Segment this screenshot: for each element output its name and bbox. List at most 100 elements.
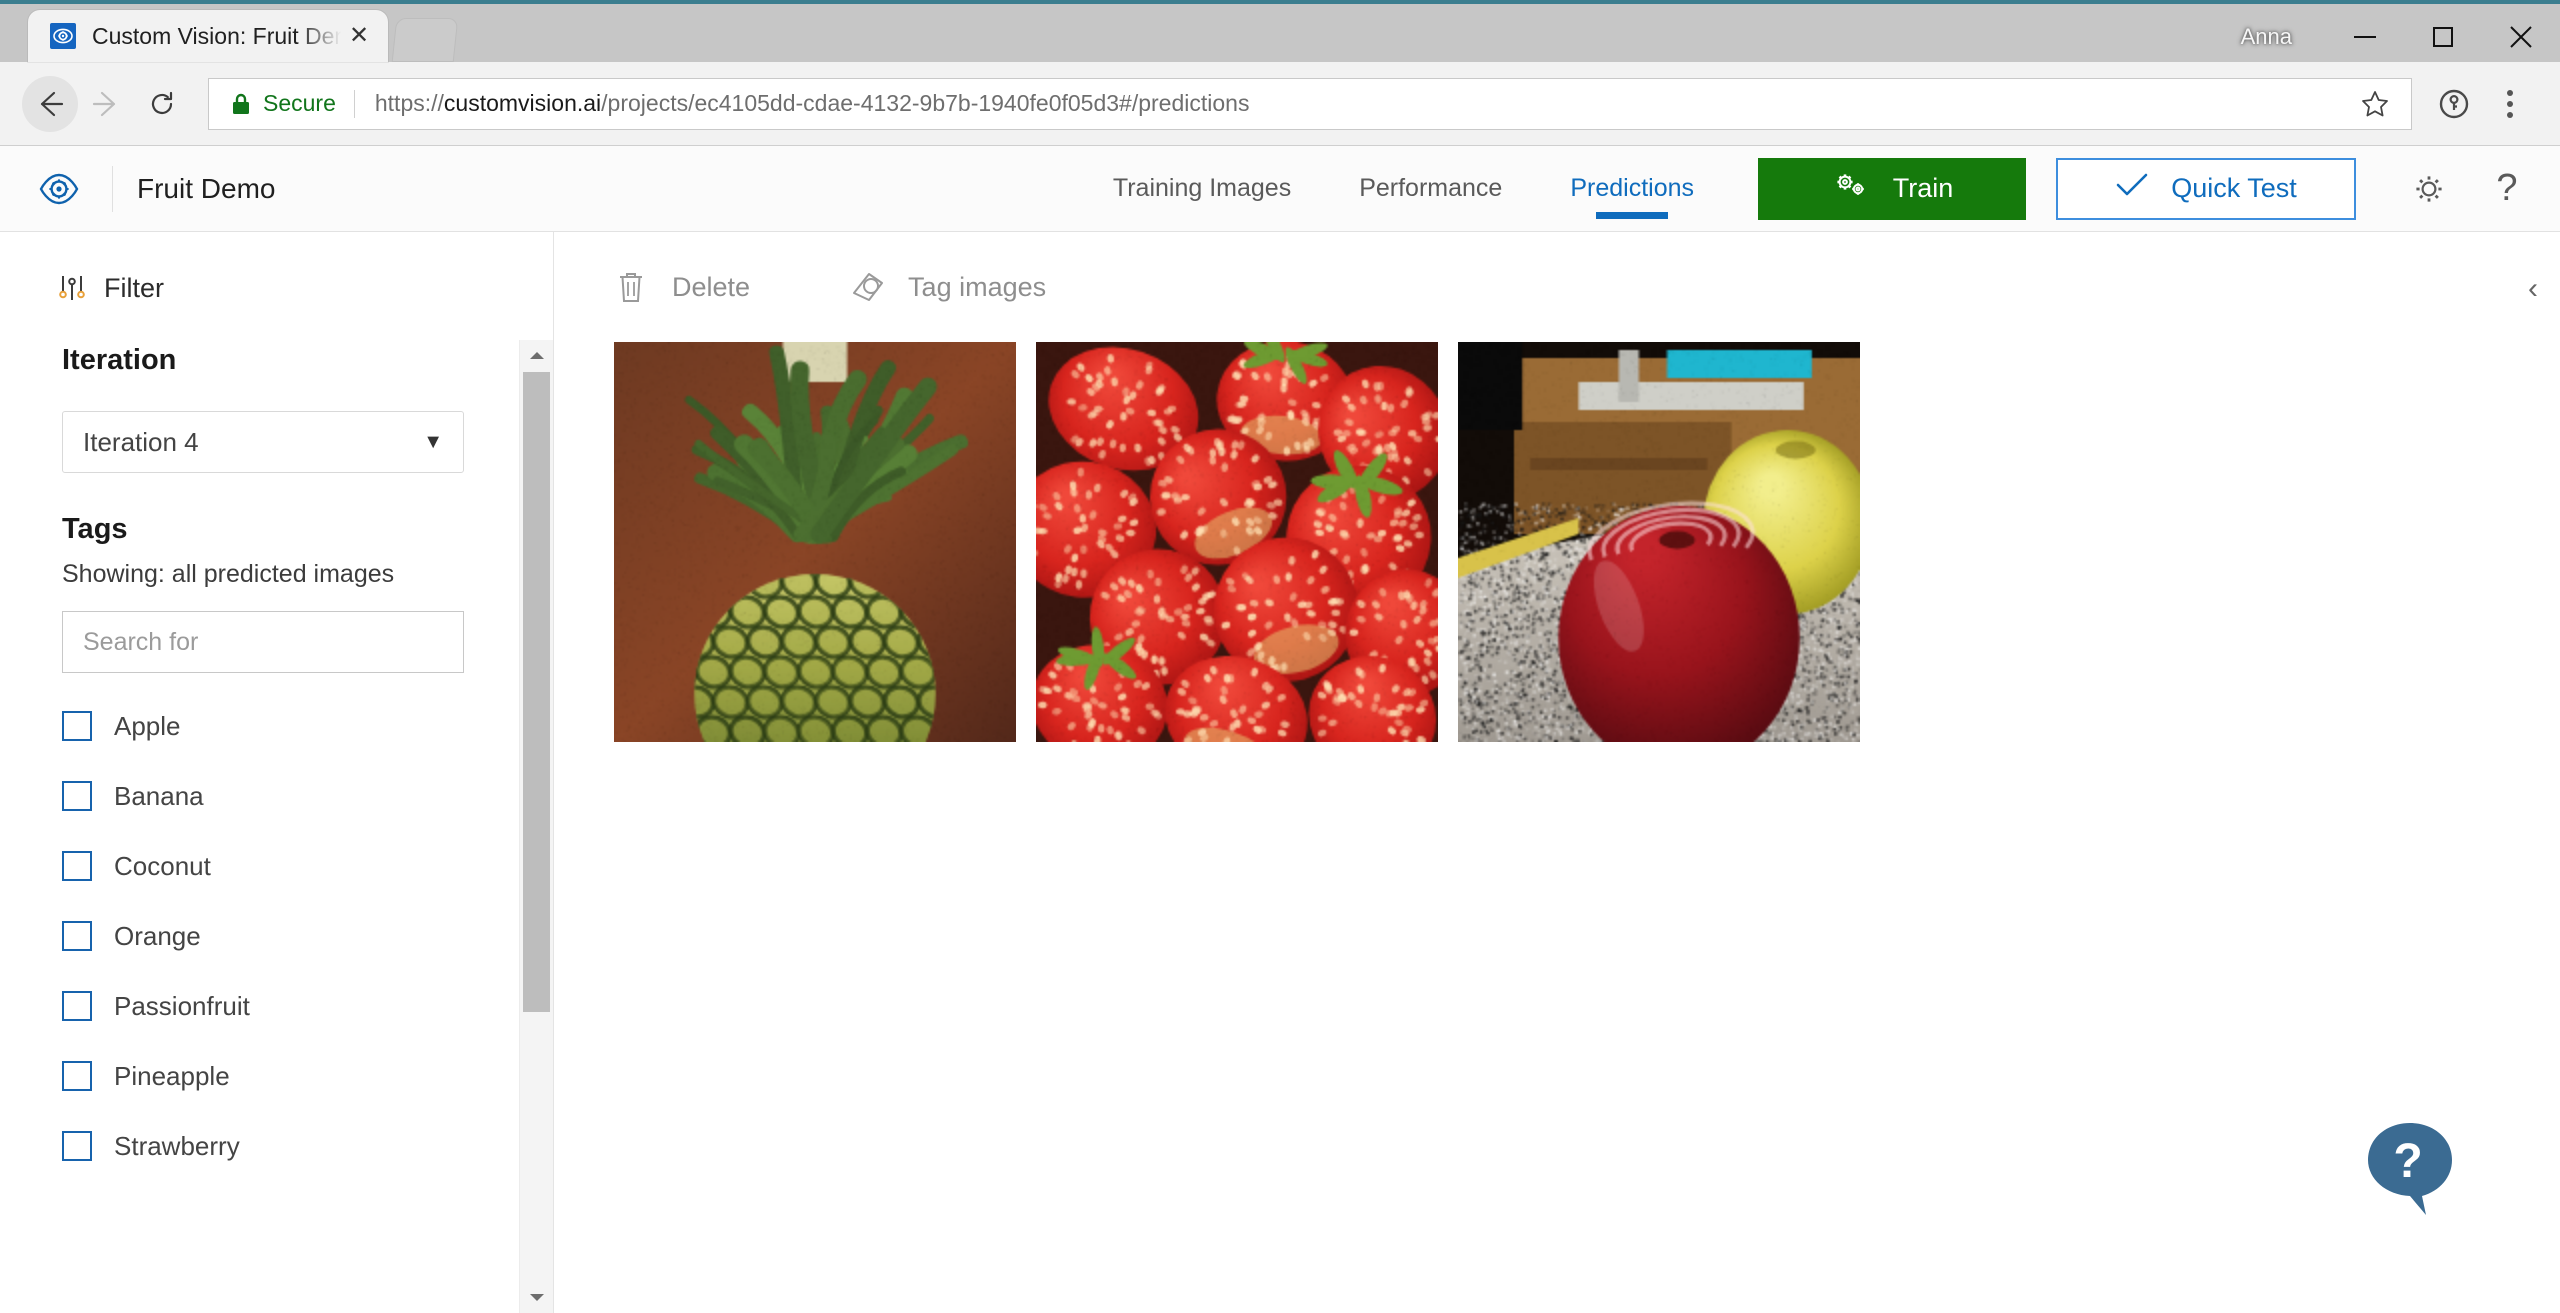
content-toolbar: Delete Tag images ‹ [554,232,2560,342]
tag-checkbox[interactable] [62,1061,92,1091]
collapse-panel-chevron-icon[interactable]: ‹ [2528,274,2538,304]
filter-header[interactable]: Filter [0,232,553,304]
custom-vision-favicon [50,23,76,49]
tag-item-banana[interactable]: Banana [0,761,553,831]
checkmark-icon [2115,171,2149,206]
train-button-label: Train [1892,173,1954,203]
new-tab-button[interactable] [391,18,459,62]
browser-menu-icon[interactable] [2482,76,2538,132]
scroll-down-arrow-icon[interactable] [520,1281,553,1313]
browser-window: Custom Vision: Fruit Dem ✕ Anna Secure h… [0,0,2560,1313]
omnibox-divider [353,89,355,118]
tags-showing-text: Showing: all predicted images [62,560,395,588]
tag-checkbox[interactable] [62,711,92,741]
settings-gear-icon[interactable] [2390,158,2468,220]
tag-label: Pineapple [114,1060,230,1091]
help-chat-button[interactable]: ? [2356,1115,2464,1223]
iteration-section-title: Iteration [62,344,177,376]
back-icon[interactable] [22,75,78,132]
browser-toolbar: Secure https://customvision.ai/projects/… [0,62,2560,146]
title-bar: Custom Vision: Fruit Dem ✕ Anna [0,0,2560,62]
custom-vision-logo-icon [36,166,82,212]
tag-list: Apple Banana Coconut Orange Passionfruit [0,673,553,1181]
browser-tab[interactable]: Custom Vision: Fruit Dem ✕ [28,10,388,62]
bookmark-star-icon[interactable] [2349,78,2401,130]
train-button[interactable]: Train [1758,157,2026,220]
trash-icon [610,266,652,308]
tag-icon [846,266,888,308]
tag-label: Orange [114,920,201,951]
tag-checkbox[interactable] [62,781,92,811]
tag-item-apple[interactable]: Apple [0,691,553,761]
help-question-icon[interactable]: ? [2468,158,2546,220]
sliders-filter-icon [56,272,88,304]
main-nav-tabs: Training Images Performance Predictions [1079,146,1728,231]
iteration-select-value: Iteration 4 [83,426,199,457]
page-title: Fruit Demo [137,172,276,204]
quick-test-button[interactable]: Quick Test [2056,157,2356,220]
sidebar-scrollbar[interactable] [519,340,553,1313]
delete-button[interactable]: Delete [610,266,750,308]
tag-label: Coconut [114,850,211,881]
tag-search-wrap [0,589,553,673]
url-host: customvision.ai [443,90,602,116]
profile-key-icon[interactable] [2426,76,2482,132]
maximize-button[interactable] [2404,8,2482,66]
tab-close-icon[interactable]: ✕ [344,21,374,51]
tag-item-coconut[interactable]: Coconut [0,831,553,901]
filter-sidebar: Filter Iteration Iteration 4 ▼ Tags Show… [0,232,554,1313]
tag-label: Banana [114,780,204,811]
prediction-image-grid [554,342,2560,742]
predictions-content: Delete Tag images ‹ ? [554,232,2560,1313]
brand: Fruit Demo [0,165,560,212]
tab-title: Custom Vision: Fruit Dem [92,22,344,49]
tag-item-passionfruit[interactable]: Passionfruit [0,971,553,1041]
secure-label: Secure [263,90,336,116]
gears-icon [1831,169,1871,208]
tab-training-images[interactable]: Training Images [1079,146,1325,231]
forward-icon[interactable] [78,76,134,132]
tag-item-pineapple[interactable]: Pineapple [0,1041,553,1111]
lock-icon [231,92,251,116]
tag-search-input[interactable] [62,611,464,673]
app-header: Fruit Demo Training Images Performance P… [0,146,2560,422]
tags-section-title: Tags [62,513,128,545]
filter-label: Filter [104,272,164,303]
app-body: Filter Iteration Iteration 4 ▼ Tags Show… [0,232,2560,1313]
window-controls: Anna [2241,8,2560,66]
iteration-select-wrap: Iteration 4 ▼ [0,377,553,473]
minimize-button[interactable] [2326,8,2404,66]
scroll-up-arrow-icon[interactable] [520,340,553,372]
close-button[interactable] [2482,8,2560,66]
tag-checkbox[interactable] [62,921,92,951]
tag-checkbox[interactable] [62,991,92,1021]
tab-strip: Custom Vision: Fruit Dem ✕ [0,4,459,62]
chevron-down-icon: ▼ [423,430,443,453]
tag-label: Passionfruit [114,990,250,1021]
url-scheme: https:// [374,90,444,116]
iteration-select[interactable]: Iteration 4 ▼ [62,411,464,473]
tag-images-label: Tag images [908,271,1047,302]
tag-images-button[interactable]: Tag images [846,266,1046,308]
prediction-image-strawberries[interactable] [1036,342,1438,742]
profile-name[interactable]: Anna [2241,24,2292,50]
tab-performance[interactable]: Performance [1325,146,1536,231]
address-bar[interactable]: Secure https://customvision.ai/projects/… [208,77,2412,130]
quick-test-button-label: Quick Test [2171,173,2297,203]
tag-checkbox[interactable] [62,851,92,881]
url-path: /projects/ec4105dd-cdae-4132-9b7b-1940fe… [601,90,1250,116]
prediction-image-apple[interactable] [1458,342,1860,742]
reload-icon[interactable] [134,76,190,132]
url-text: https://customvision.ai/projects/ec4105d… [375,90,2349,117]
prediction-image-pineapple[interactable] [614,342,1016,742]
tag-item-strawberry[interactable]: Strawberry [0,1111,553,1181]
delete-label: Delete [672,271,751,302]
tag-label: Apple [114,710,181,741]
tag-checkbox[interactable] [62,1131,92,1161]
tag-label: Strawberry [114,1130,240,1161]
brand-divider [112,165,113,212]
tab-predictions[interactable]: Predictions [1536,146,1728,231]
scrollbar-thumb[interactable] [523,372,550,1012]
header-actions: Train Quick Test ? [1758,157,2560,220]
tag-item-orange[interactable]: Orange [0,901,553,971]
